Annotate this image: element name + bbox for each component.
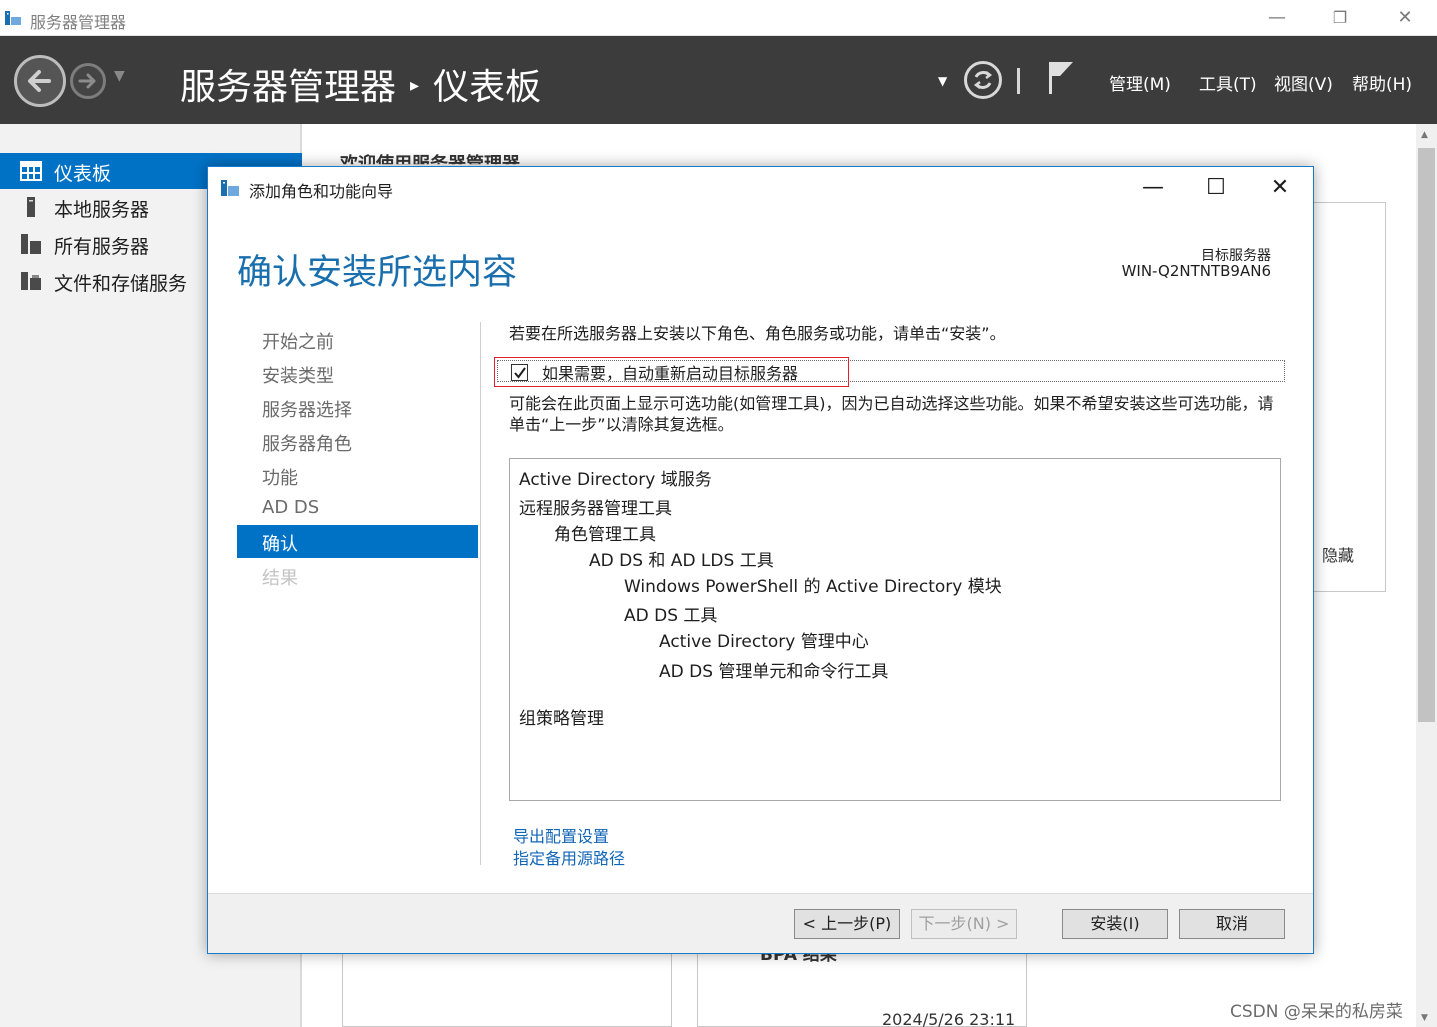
header-dropdown-icon[interactable]: ▼ [938, 74, 947, 88]
step-before-you-begin[interactable]: 开始之前 [237, 323, 478, 356]
list-item: Active Directory 域服务 [519, 470, 712, 490]
server-manager-app-icon [5, 11, 21, 25]
menu-view[interactable]: 视图(V) [1274, 70, 1333, 95]
menu-tools[interactable]: 工具(T) [1199, 70, 1257, 95]
previous-button[interactable]: < 上一步(P) [794, 909, 900, 939]
sidebar-item-label: 文件和存储服务 [54, 273, 188, 295]
step-label: 结果 [262, 568, 298, 589]
step-label: 功能 [262, 468, 298, 489]
list-item: 角色管理工具 [554, 525, 656, 545]
refresh-arrows-icon [973, 71, 993, 89]
scroll-up-icon[interactable]: ▲ [1421, 130, 1428, 140]
step-label: 确认 [262, 534, 298, 555]
menu-manage[interactable]: 管理(M) [1109, 70, 1171, 95]
highlight-annotation-box [494, 357, 849, 387]
forward-arrow-icon [78, 73, 96, 89]
optional-features-note: 可能会在此页面上显示可选功能(如管理工具)，因为已自动选择这些功能。如果不希望安… [509, 394, 1274, 434]
steps-divider [480, 322, 481, 865]
step-installation-type[interactable]: 安装类型 [237, 357, 478, 390]
list-item: Active Directory 管理中心 [659, 632, 869, 652]
sidebar-item-label: 仪表板 [54, 163, 112, 185]
back-arrow-icon [28, 70, 51, 92]
header-divider [1017, 68, 1020, 94]
server-icon [27, 197, 35, 217]
refresh-icon[interactable] [964, 61, 1002, 99]
menu-help[interactable]: 帮助(H) [1352, 70, 1412, 95]
dialog-close-button[interactable]: ✕ [1257, 172, 1303, 204]
next-button: 下一步(N) > [911, 909, 1017, 939]
breadcrumb: 服务器管理器 ▸ 仪表板 [180, 58, 541, 110]
welcome-panel [1310, 202, 1386, 592]
step-label: 安装类型 [262, 366, 334, 387]
dialog-minimize-button[interactable]: — [1130, 172, 1176, 204]
list-item: AD DS 管理单元和命令行工具 [659, 662, 889, 682]
scrollbar-thumb[interactable] [1418, 148, 1435, 722]
breadcrumb-app[interactable]: 服务器管理器 [180, 67, 396, 108]
list-item: Windows PowerShell 的 Active Directory 模块 [624, 577, 1002, 597]
step-confirmation[interactable]: 确认 [237, 525, 478, 558]
step-label: AD DS [262, 497, 320, 518]
scroll-down-icon[interactable]: ▼ [1421, 1013, 1428, 1023]
dashboard-icon [20, 161, 42, 181]
dialog-footer: < 上一步(P) 下一步(N) > 安装(I) 取消 [208, 893, 1313, 953]
list-item: 远程服务器管理工具 [519, 499, 672, 519]
watermark: CSDN @呆呆的私房菜 [1230, 1002, 1403, 1022]
list-item: AD DS 和 AD LDS 工具 [589, 551, 774, 571]
page-title: 确认安装所选内容 [237, 253, 518, 293]
wizard-app-icon [221, 180, 239, 196]
hide-link[interactable]: 隐藏 [1322, 542, 1354, 566]
history-dropdown-icon[interactable]: ▼ [114, 68, 125, 84]
add-roles-wizard-dialog: 添加角色和功能向导 — ☐ ✕ 确认安装所选内容 目标服务器 WIN-Q2NTN… [207, 166, 1314, 954]
list-item: AD DS 工具 [624, 606, 718, 626]
selected-features-list[interactable]: Active Directory 域服务 远程服务器管理工具 角色管理工具 AD… [509, 458, 1281, 801]
cancel-button[interactable]: 取消 [1179, 909, 1285, 939]
step-ad-ds[interactable]: AD DS [237, 492, 478, 525]
export-config-link[interactable]: 导出配置设置 [513, 823, 609, 847]
dashboard-tile [342, 952, 672, 1027]
window-title: 服务器管理器 [30, 13, 127, 32]
breadcrumb-page: 仪表板 [433, 67, 542, 108]
sidebar-item-label: 本地服务器 [54, 199, 150, 221]
dialog-title: 添加角色和功能向导 [249, 182, 394, 201]
window-close-button[interactable]: ✕ [1385, 4, 1425, 32]
forward-button[interactable] [70, 63, 106, 99]
window-restore-button[interactable]: ❐ [1320, 4, 1360, 32]
servers-icon [21, 234, 41, 254]
list-item: 组策略管理 [519, 709, 604, 729]
back-button[interactable] [14, 55, 66, 107]
sidebar-item-label: 所有服务器 [54, 236, 150, 258]
breadcrumb-separator-icon: ▸ [410, 75, 420, 96]
dialog-titlebar: 添加角色和功能向导 — ☐ ✕ [208, 167, 1313, 209]
step-label: 服务器角色 [262, 434, 352, 455]
timestamp: 2024/5/26 23:11 [882, 1010, 1016, 1027]
window-titlebar: 服务器管理器 — ❐ ✕ [0, 0, 1437, 36]
alternate-source-link[interactable]: 指定备用源路径 [513, 845, 625, 869]
dialog-maximize-button[interactable]: ☐ [1193, 172, 1239, 204]
window-minimize-button[interactable]: — [1257, 4, 1297, 32]
step-results: 结果 [237, 559, 478, 592]
step-label: 开始之前 [262, 332, 334, 353]
storage-icon [21, 272, 41, 290]
step-server-selection[interactable]: 服务器选择 [237, 391, 478, 424]
step-features[interactable]: 功能 [237, 459, 478, 492]
app-header: ▼ 服务器管理器 ▸ 仪表板 ▼ 管理(M) 工具(T) 视图(V) 帮助(H) [0, 36, 1437, 124]
page-scrollbar[interactable]: ▲ ▼ [1416, 124, 1437, 1027]
install-button[interactable]: 安装(I) [1062, 909, 1168, 939]
step-label: 服务器选择 [262, 400, 352, 421]
intro-text: 若要在所选服务器上安装以下角色、角色服务或功能，请单击“安装”。 [509, 324, 1006, 343]
notifications-flag-icon[interactable] [1046, 60, 1076, 96]
step-server-roles[interactable]: 服务器角色 [237, 425, 478, 458]
target-server-name: WIN-Q2NTNTB9AN6 [1121, 262, 1271, 280]
